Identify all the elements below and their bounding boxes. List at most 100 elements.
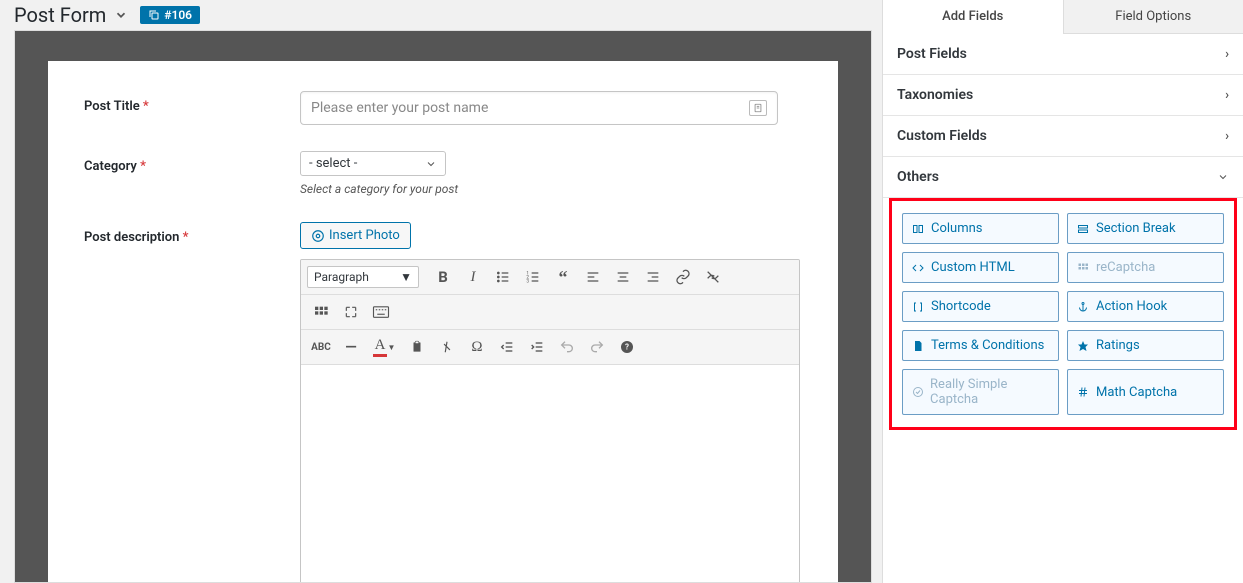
- required-asterisk: *: [140, 159, 146, 174]
- blockquote-button[interactable]: “: [549, 264, 577, 290]
- shortcode-number: #106: [164, 8, 192, 22]
- grid-icon: [1076, 262, 1090, 274]
- post-title-input[interactable]: Please enter your post name: [300, 91, 778, 125]
- insert-photo-button[interactable]: Insert Photo: [300, 222, 411, 249]
- section-label: Others: [897, 169, 939, 185]
- chip-label: Really Simple Captcha: [930, 377, 1050, 407]
- outdent-button[interactable]: [493, 334, 521, 360]
- chip-label: Action Hook: [1096, 299, 1167, 314]
- tab-field-options[interactable]: Field Options: [1063, 0, 1243, 34]
- editor-toolbar-row3: ABC — A ▼ Ω ?: [301, 330, 799, 365]
- check-icon: [911, 386, 924, 398]
- chip-label: Custom HTML: [931, 260, 1015, 275]
- section-label: Taxonomies: [897, 87, 973, 103]
- section-post-fields[interactable]: Post Fields ›: [883, 34, 1243, 75]
- align-center-button[interactable]: [609, 264, 637, 290]
- others-highlight: Columns Section Break Custom HTML reCaptcha…: [889, 198, 1237, 430]
- sidebar: Add Fields Field Options Post Fields › T…: [882, 0, 1243, 583]
- paste-button[interactable]: [403, 334, 431, 360]
- help-button[interactable]: ?: [613, 334, 641, 360]
- chevron-right-icon: ›: [1225, 88, 1229, 103]
- doc-icon: [911, 340, 925, 352]
- field-chip-ratings[interactable]: Ratings: [1067, 330, 1224, 361]
- field-chip-action-hook[interactable]: Action Hook: [1067, 291, 1224, 322]
- strike-button[interactable]: ABC: [307, 334, 335, 360]
- category-select[interactable]: - select -: [300, 151, 446, 176]
- code-icon: [911, 262, 925, 274]
- section-label: Custom Fields: [897, 128, 987, 144]
- tab-add-fields[interactable]: Add Fields: [883, 0, 1063, 34]
- clearformat-button[interactable]: [433, 334, 461, 360]
- unlink-button[interactable]: [699, 264, 727, 290]
- editor-toolbar-row2: [301, 295, 799, 330]
- textcolor-button[interactable]: A ▼: [367, 334, 401, 360]
- anchor-icon: [1076, 301, 1090, 313]
- chip-label: Terms & Conditions: [931, 338, 1044, 353]
- editor-body[interactable]: [301, 365, 799, 583]
- fullscreen-button[interactable]: [337, 299, 365, 325]
- insert-photo-label: Insert Photo: [329, 228, 400, 243]
- section-label: Post Fields: [897, 46, 967, 62]
- align-right-button[interactable]: [639, 264, 667, 290]
- richtext-editor: Paragraph ▼ B I 123 “: [300, 259, 800, 583]
- specialchar-button[interactable]: Ω: [463, 334, 491, 360]
- field-chip-math-captcha[interactable]: Math Captcha: [1067, 369, 1224, 415]
- redo-button[interactable]: [583, 334, 611, 360]
- field-chip-shortcode[interactable]: Shortcode: [902, 291, 1059, 322]
- indent-button[interactable]: [523, 334, 551, 360]
- columns-icon: [911, 223, 925, 235]
- required-asterisk: *: [143, 99, 149, 114]
- form-canvas: Post Title * Please enter your post name: [48, 61, 838, 583]
- chevron-right-icon: ›: [1225, 47, 1229, 62]
- chip-label: Section Break: [1096, 221, 1176, 236]
- hash-icon: [1076, 386, 1090, 398]
- field-category: Category * - select - Select a category …: [84, 151, 802, 196]
- chip-label: Shortcode: [931, 299, 991, 314]
- link-button[interactable]: [669, 264, 697, 290]
- post-title-label: Post Title: [84, 99, 140, 114]
- field-chip-really-simple-captcha: Really Simple Captcha: [902, 369, 1059, 415]
- field-chip-custom-html[interactable]: Custom HTML: [902, 252, 1059, 283]
- section-others[interactable]: Others: [883, 157, 1243, 198]
- align-left-button[interactable]: [579, 264, 607, 290]
- number-list-button[interactable]: 123: [519, 264, 547, 290]
- chip-label: reCaptcha: [1096, 260, 1155, 275]
- section-icon: [1076, 223, 1090, 235]
- field-description: Post description * Insert Photo Paragrap…: [84, 222, 802, 583]
- chevron-down-icon: [1217, 171, 1229, 183]
- section-taxonomies[interactable]: Taxonomies ›: [883, 75, 1243, 116]
- chip-label: Ratings: [1096, 338, 1140, 353]
- shortcode-badge[interactable]: #106: [140, 6, 200, 24]
- format-select[interactable]: Paragraph ▼: [307, 266, 419, 288]
- page-title: Post Form: [14, 3, 106, 27]
- undo-button[interactable]: [553, 334, 581, 360]
- placeholder-text: Please enter your post name: [311, 100, 488, 116]
- section-custom-fields[interactable]: Custom Fields ›: [883, 116, 1243, 157]
- field-chip-terms-conditions[interactable]: Terms & Conditions: [902, 330, 1059, 361]
- chip-label: Columns: [931, 221, 983, 236]
- star-icon: [1076, 340, 1090, 352]
- italic-button[interactable]: I: [459, 264, 487, 290]
- field-post-title: Post Title * Please enter your post name: [84, 91, 802, 125]
- shortcode-icon: [911, 301, 925, 313]
- editor-toolbar-row1: Paragraph ▼ B I 123 “: [301, 260, 799, 295]
- keyboard-button[interactable]: [367, 299, 395, 325]
- required-asterisk: *: [183, 230, 189, 245]
- field-chip-columns[interactable]: Columns: [902, 213, 1059, 244]
- svg-text:?: ?: [625, 343, 629, 352]
- chip-label: Math Captcha: [1096, 385, 1177, 400]
- field-chip-recaptcha: reCaptcha: [1067, 252, 1224, 283]
- chevron-right-icon: ›: [1225, 129, 1229, 144]
- hr-button[interactable]: —: [337, 334, 365, 360]
- description-label: Post description: [84, 230, 179, 245]
- input-icon: [749, 100, 767, 116]
- bold-button[interactable]: B: [429, 264, 457, 290]
- format-value: Paragraph: [314, 270, 369, 284]
- svg-text:3: 3: [526, 278, 529, 284]
- toolbar-toggle-button[interactable]: [307, 299, 335, 325]
- chevron-down-icon[interactable]: [114, 8, 128, 22]
- selected-text: - select -: [309, 156, 357, 171]
- field-chip-section-break[interactable]: Section Break: [1067, 213, 1224, 244]
- bullet-list-button[interactable]: [489, 264, 517, 290]
- category-help: Select a category for your post: [300, 182, 802, 196]
